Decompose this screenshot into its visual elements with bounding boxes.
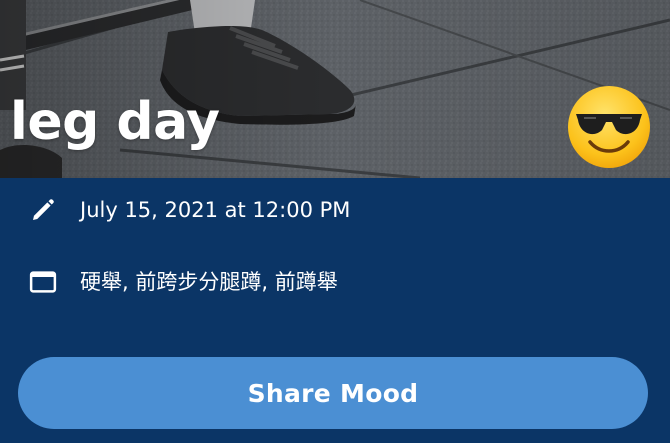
date-text: July 15, 2021 at 12:00 PM bbox=[80, 198, 351, 222]
mood-detail-screen: leg day July 15, 2021 at 12:00 PM 硬舉, 前跨… bbox=[0, 0, 670, 443]
sunglasses-emoji-icon bbox=[568, 86, 650, 168]
hero-image: leg day bbox=[0, 0, 670, 178]
calendar-icon bbox=[29, 271, 57, 293]
pencil-icon bbox=[33, 199, 54, 220]
share-mood-button[interactable]: Share Mood bbox=[18, 357, 648, 429]
post-title: leg day bbox=[10, 92, 220, 152]
exercises-text: 硬舉, 前跨步分腿蹲, 前蹲舉 bbox=[80, 270, 338, 294]
